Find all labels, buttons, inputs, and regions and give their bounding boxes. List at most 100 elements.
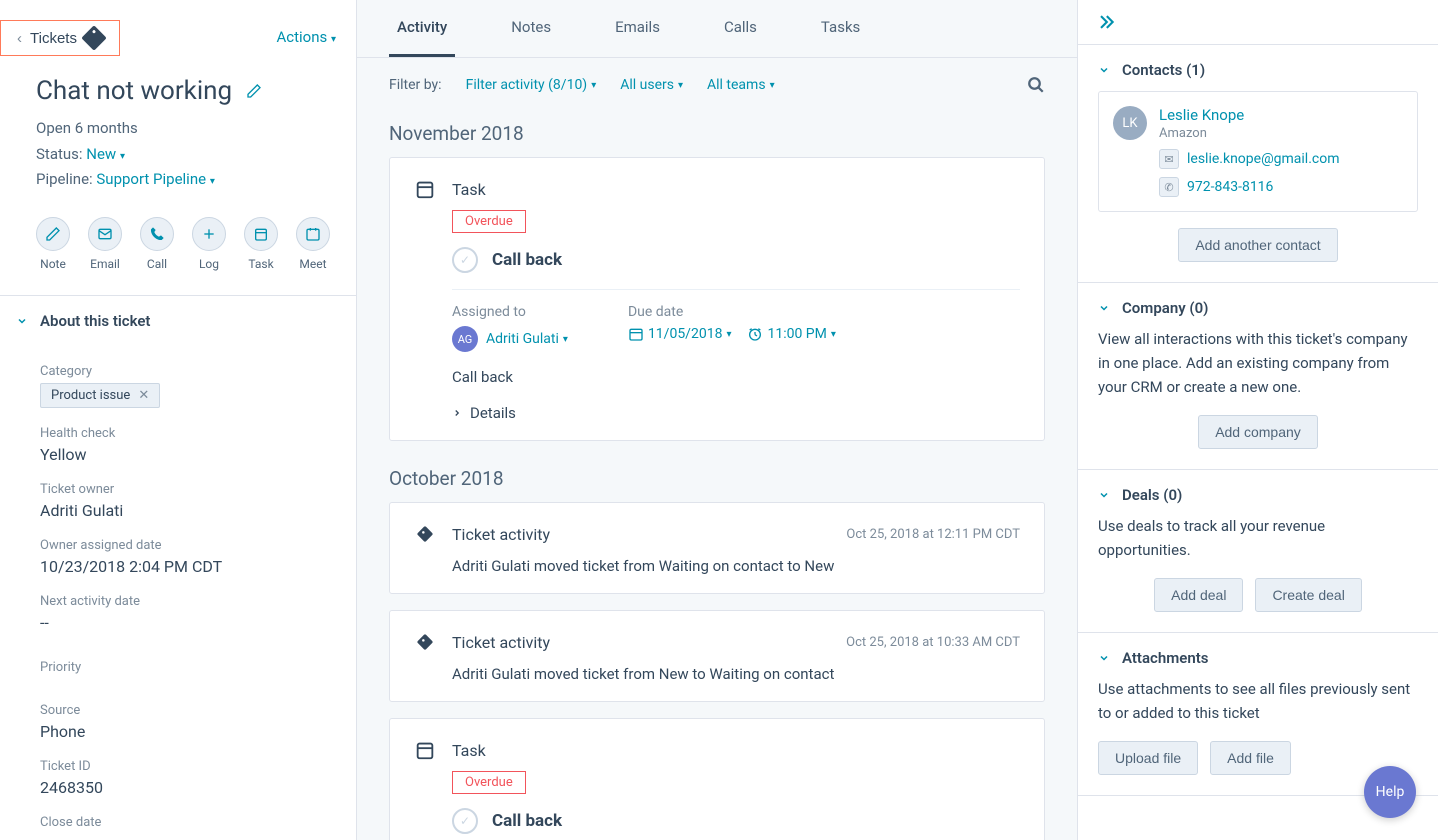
assigned-value: 10/23/2018 2:04 PM CDT <box>40 557 316 576</box>
activity-time: Oct 25, 2018 at 10:33 AM CDT <box>846 635 1020 650</box>
next-activity-label: Next activity date <box>40 594 316 609</box>
chevron-down-icon <box>1098 302 1110 314</box>
add-company-button[interactable]: Add company <box>1198 415 1318 449</box>
activity-text: Adriti Gulati moved ticket from Waiting … <box>452 557 1020 575</box>
complete-task-button[interactable]: ✓ <box>452 808 478 834</box>
add-file-button[interactable]: Add file <box>1210 741 1291 775</box>
actions-menu[interactable]: Actions ▾ <box>276 28 336 46</box>
assigned-label: Owner assigned date <box>40 538 316 553</box>
health-value: Yellow <box>40 445 316 464</box>
task-icon <box>414 739 436 761</box>
new-call-button[interactable]: Call <box>140 217 174 271</box>
upload-file-button[interactable]: Upload file <box>1098 741 1198 775</box>
month-october: October 2018 <box>357 457 1077 502</box>
chevron-down-icon <box>1098 64 1110 76</box>
filter-by-label: Filter by: <box>389 77 442 93</box>
contact-email-link[interactable]: ✉ leslie.knope@gmail.com <box>1159 149 1340 169</box>
deals-description: Use deals to track all your revenue oppo… <box>1098 514 1418 562</box>
contact-name-link[interactable]: Leslie Knope <box>1159 106 1340 124</box>
tab-activity[interactable]: Activity <box>389 0 455 57</box>
expand-panel-button[interactable] <box>1096 12 1420 32</box>
assigned-to-label: Assigned to <box>452 304 568 320</box>
task-card: Task Overdue ✓ Call back Assigned to AG … <box>389 157 1045 441</box>
tab-notes[interactable]: Notes <box>503 0 559 57</box>
status-label: Status: <box>36 145 83 163</box>
chevron-down-icon: ▾ <box>678 80 683 91</box>
due-date-dropdown[interactable]: 11/05/2018 ▾ <box>628 326 732 342</box>
activity-card: Ticket activity Oct 25, 2018 at 12:11 PM… <box>389 502 1045 594</box>
priority-label: Priority <box>40 660 316 675</box>
ticketid-value: 2468350 <box>40 778 316 797</box>
card-type: Ticket activity <box>452 633 550 652</box>
new-note-button[interactable]: Note <box>36 217 70 271</box>
new-task-button[interactable]: Task <box>244 217 278 271</box>
new-email-button[interactable]: Email <box>88 217 122 271</box>
chevron-down-icon <box>16 315 28 327</box>
chevron-down-icon: ▾ <box>210 176 215 187</box>
attachments-description: Use attachments to see all files previou… <box>1098 677 1418 725</box>
due-time-dropdown[interactable]: 11:00 PM ▾ <box>747 326 835 342</box>
about-header: About this ticket <box>40 312 150 330</box>
overdue-badge: Overdue <box>452 210 526 233</box>
contacts-header: Contacts (1) <box>1122 61 1205 79</box>
tab-emails[interactable]: Emails <box>607 0 668 57</box>
source-value: Phone <box>40 722 316 741</box>
new-meet-button[interactable]: Meet <box>296 217 330 271</box>
email-icon: ✉ <box>1159 149 1179 169</box>
complete-task-button[interactable]: ✓ <box>452 247 478 273</box>
chevron-down-icon <box>1098 652 1110 664</box>
contacts-section-toggle[interactable]: Contacts (1) <box>1098 61 1418 79</box>
closedate-label: Close date <box>40 815 316 830</box>
filter-users-dropdown[interactable]: All users ▾ <box>620 77 683 93</box>
task-title: Call back <box>492 250 562 270</box>
task-title: Call back <box>492 811 562 831</box>
attachments-section-toggle[interactable]: Attachments <box>1098 649 1418 667</box>
contact-phone-link[interactable]: ✆ 972-843-8116 <box>1159 177 1340 197</box>
add-deal-button[interactable]: Add deal <box>1154 578 1243 612</box>
about-section-toggle[interactable]: About this ticket <box>0 296 356 346</box>
due-date-label: Due date <box>628 304 836 320</box>
ticket-icon <box>414 631 436 653</box>
chevron-down-icon: ▾ <box>726 329 731 340</box>
task-details-toggle[interactable]: Details <box>452 404 1020 422</box>
deals-section-toggle[interactable]: Deals (0) <box>1098 486 1418 504</box>
company-header: Company (0) <box>1122 299 1208 317</box>
help-button[interactable]: Help <box>1364 766 1416 818</box>
activity-card: Ticket activity Oct 25, 2018 at 10:33 AM… <box>389 610 1045 702</box>
status-dropdown[interactable]: New ▾ <box>86 145 125 163</box>
contact-avatar: LK <box>1113 106 1147 140</box>
phone-icon: ✆ <box>1159 177 1179 197</box>
remove-tag-button[interactable]: ✕ <box>138 388 149 403</box>
back-to-tickets-button[interactable]: ‹ Tickets <box>0 20 120 56</box>
filter-activity-dropdown[interactable]: Filter activity (8/10) ▾ <box>466 77 597 93</box>
chevron-down-icon: ▾ <box>120 151 125 162</box>
task-body: Call back <box>452 368 1020 386</box>
tab-tasks[interactable]: Tasks <box>813 0 868 57</box>
assignee-dropdown[interactable]: Adriti Gulati ▾ <box>486 331 568 347</box>
contact-company: Amazon <box>1159 126 1340 141</box>
month-november: November 2018 <box>357 112 1077 157</box>
filter-teams-dropdown[interactable]: All teams ▾ <box>707 77 775 93</box>
card-type: Task <box>452 180 486 199</box>
chevron-down-icon: ▾ <box>331 34 336 45</box>
pipeline-dropdown[interactable]: Support Pipeline ▾ <box>96 170 214 188</box>
pipeline-label: Pipeline: <box>36 170 93 188</box>
tab-calls[interactable]: Calls <box>716 0 765 57</box>
ticket-icon <box>81 25 106 50</box>
chevron-down-icon: ▾ <box>770 80 775 91</box>
edit-title-button[interactable] <box>246 83 262 99</box>
company-description: View all interactions with this ticket's… <box>1098 327 1418 399</box>
chevron-down-icon: ▾ <box>831 329 836 340</box>
back-label: Tickets <box>30 30 77 47</box>
category-label: Category <box>40 364 316 379</box>
card-type: Ticket activity <box>452 525 550 544</box>
ticket-title: Chat not working <box>36 76 232 106</box>
ticket-icon <box>414 523 436 545</box>
company-section-toggle[interactable]: Company (0) <box>1098 299 1418 317</box>
create-deal-button[interactable]: Create deal <box>1255 578 1361 612</box>
chevron-down-icon <box>1098 489 1110 501</box>
new-log-button[interactable]: Log <box>192 217 226 271</box>
add-contact-button[interactable]: Add another contact <box>1178 228 1337 262</box>
search-button[interactable] <box>1027 76 1045 94</box>
activity-text: Adriti Gulati moved ticket from New to W… <box>452 665 1020 683</box>
